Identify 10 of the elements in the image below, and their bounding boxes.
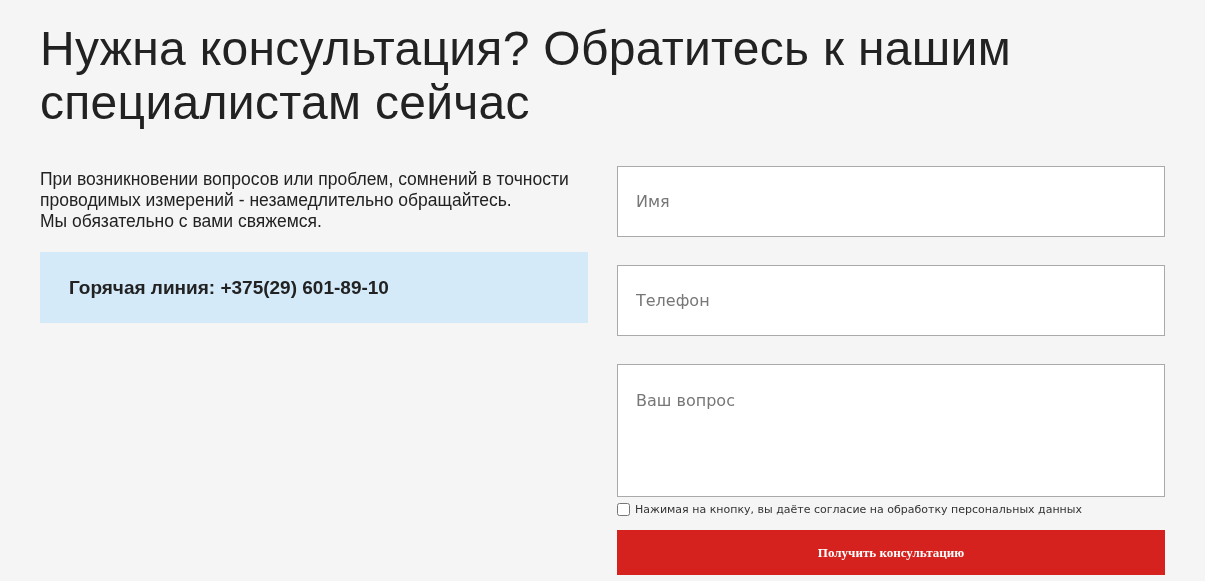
intro-text: Мы обязательно с вами свяжемся. [40,211,323,232]
consent-checkbox[interactable] [617,503,630,516]
input-field[interactable]: Имя [617,166,1165,237]
submit-button[interactable]: Получить консультацию [617,530,1165,575]
page-heading: Нужна консультация? Обратитесь к нашим специалистам сейчас [40,22,1012,130]
intro-text: При возникновении вопросов или проблем, сомнений в точности проводимых измерений - незамедлительно обращайтесь. [40,169,570,211]
consent-label: Нажимая на кнопку, вы даёте согласие на обработку персональных данных [635,503,1082,516]
question-field[interactable]: Ваш вопрос [617,364,1165,497]
hotline-text: Горячая линия: +375(29) 601-89-10 [69,276,389,299]
input-field[interactable]: Телефон [617,265,1165,336]
